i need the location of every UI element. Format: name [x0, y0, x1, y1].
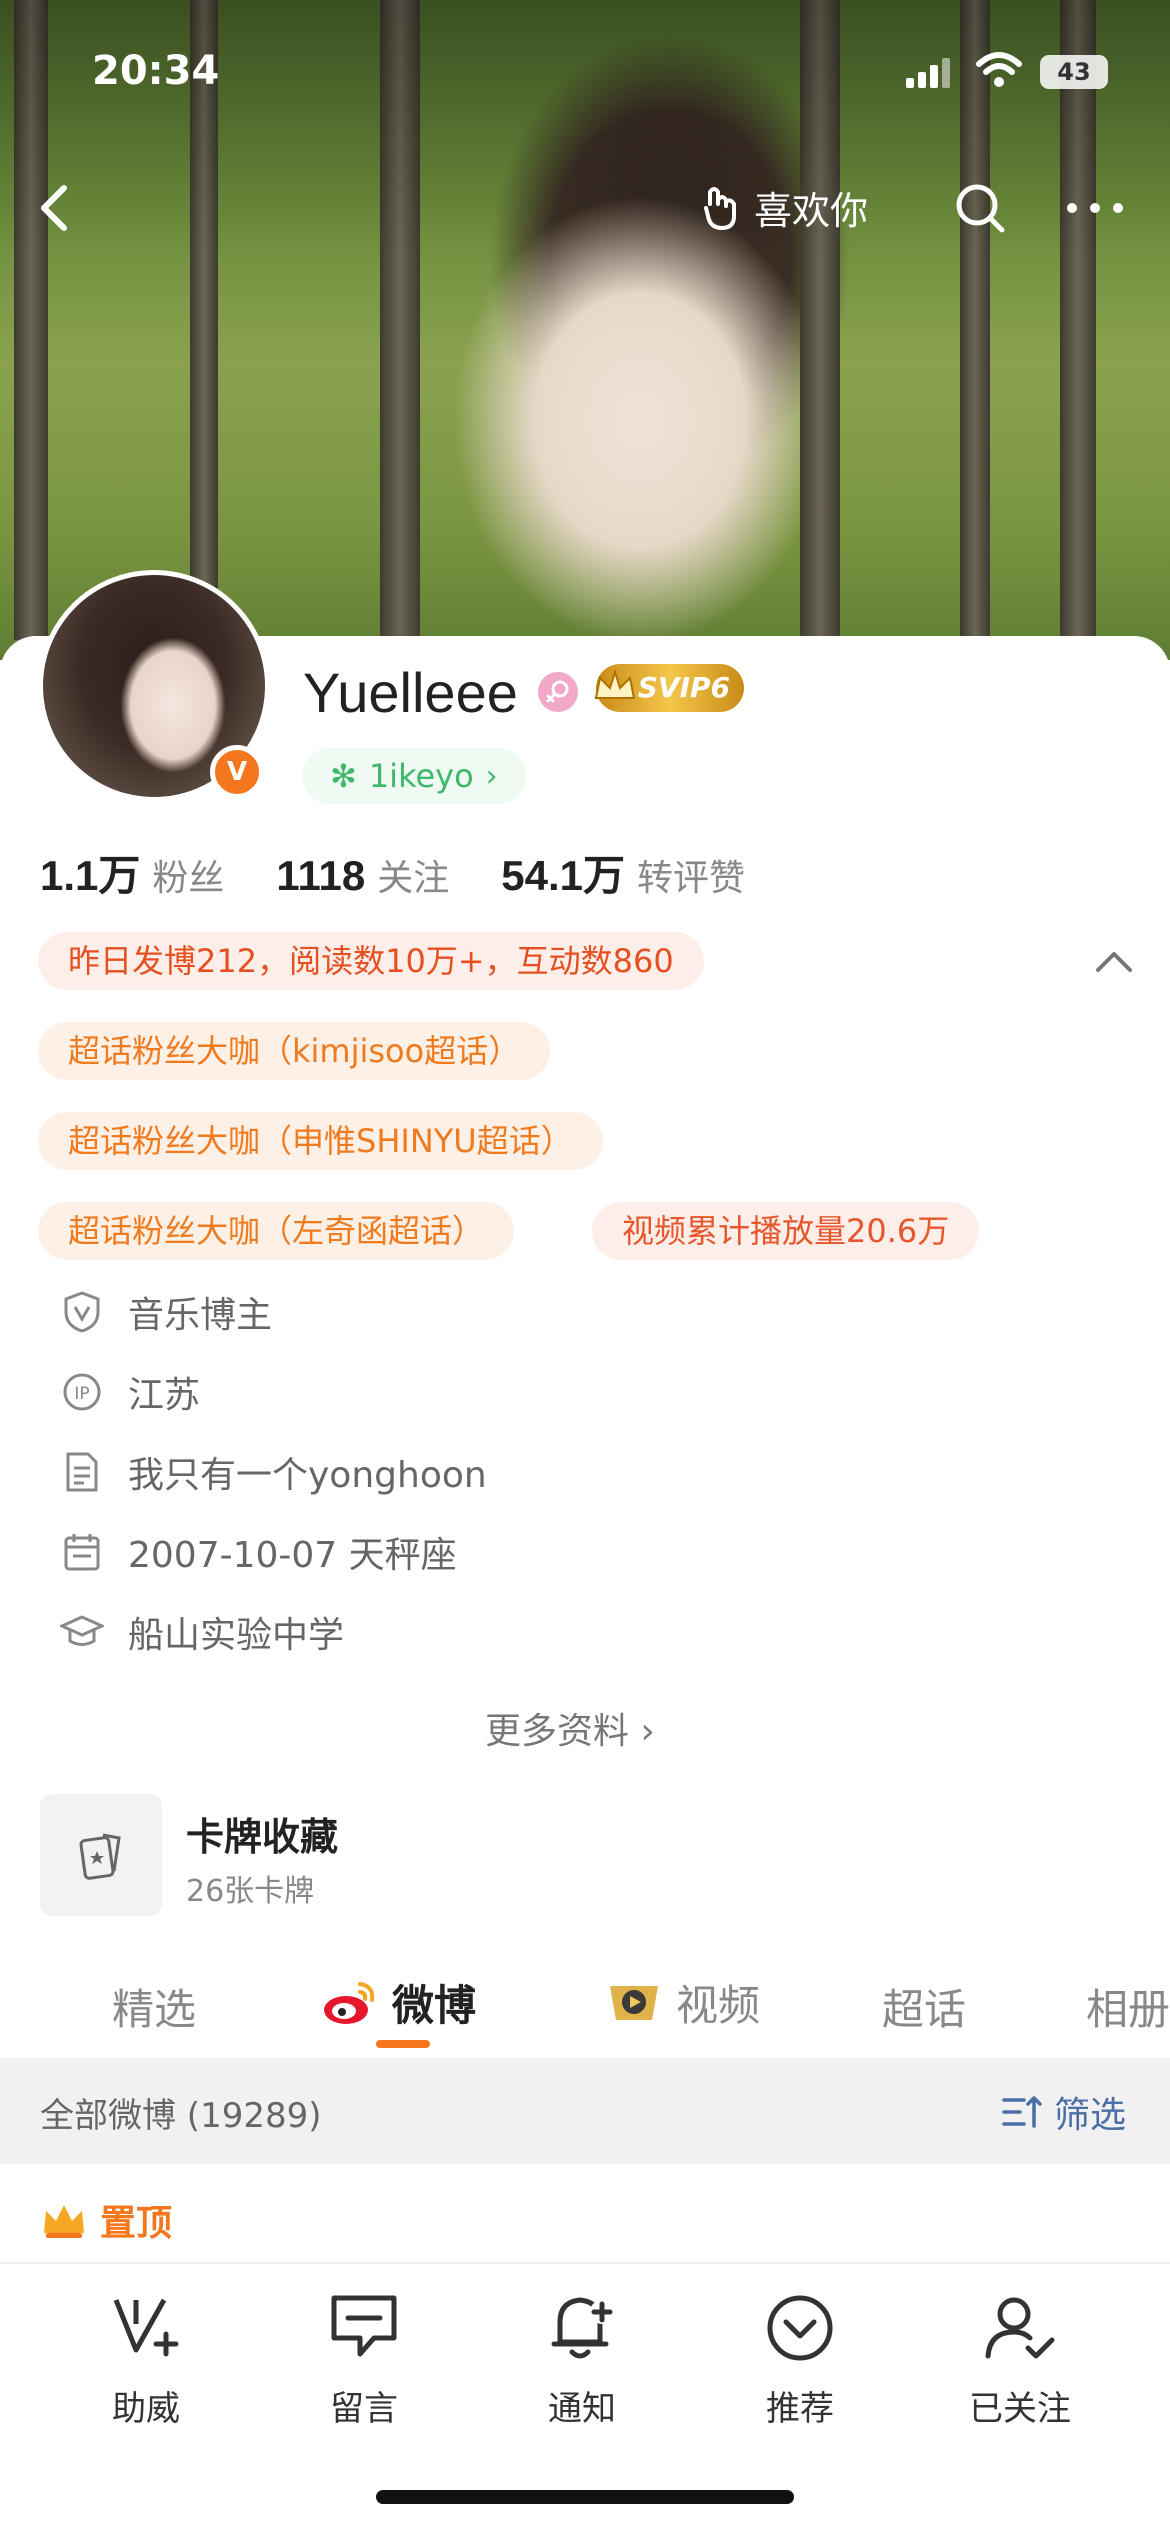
superfan-tag-kimjisoo[interactable]: 超话粉丝大咖（kimjisoo超话）: [38, 1022, 551, 1080]
content-tabs: 精选 微博 视频 超话 相册: [0, 1960, 1170, 2060]
message-button[interactable]: 留言: [284, 2288, 444, 2430]
chevron-circle-icon: [767, 2295, 833, 2361]
crown-icon: [44, 2205, 84, 2238]
crown-icon: [594, 668, 636, 699]
tab-supertopic[interactable]: 超话: [882, 1976, 966, 2037]
notify-button[interactable]: 通知: [502, 2288, 662, 2430]
video-plays-tag[interactable]: 视频累计播放量20.6万: [592, 1202, 980, 1260]
chevron-up-icon[interactable]: [1090, 942, 1138, 982]
card-collection-title[interactable]: 卡牌收藏: [186, 1806, 338, 1861]
more-info-link[interactable]: 更多资料 ›: [485, 1702, 655, 1754]
card-star-icon: [79, 1833, 121, 1880]
profile-stats: 1.1万 粉丝 1118 关注 54.1万 转评赞: [40, 842, 797, 903]
svg-text:IP: IP: [74, 1384, 89, 1404]
status-time: 20:34: [92, 48, 220, 94]
profile-name: Yuelleee: [303, 661, 518, 724]
card-collection-thumbnail[interactable]: [40, 1794, 162, 1916]
active-tab-indicator: [376, 2040, 430, 2048]
top-nav: 喜欢你: [0, 170, 1170, 250]
cheer-label: 助威: [112, 2389, 180, 2429]
tab-video[interactable]: 视频: [604, 1972, 760, 2033]
filter-button[interactable]: 筛选: [1000, 2086, 1126, 2138]
handle-label: 1ikeyo: [368, 757, 474, 795]
back-arrow-icon[interactable]: [28, 178, 88, 238]
recommend-label: 推荐: [766, 2389, 834, 2429]
tab-album[interactable]: 相册: [1086, 1976, 1170, 2037]
document-icon: [58, 1448, 106, 1496]
hand-heart-icon: [704, 186, 736, 230]
stat-interactions[interactable]: 54.1万 转评赞: [501, 842, 745, 903]
info-birthday: 2007-10-07 天秤座: [58, 1526, 457, 1578]
signal-icon: [906, 58, 950, 88]
yesterday-stats-tag[interactable]: 昨日发博212，阅读数10万+，互动数860: [38, 932, 704, 990]
chat-bubble-icon: [331, 2295, 397, 2357]
female-gender-icon: [538, 672, 578, 712]
like-you-button[interactable]: 喜欢你: [700, 180, 868, 235]
pinned-label: 置顶: [40, 2194, 172, 2246]
more-options-icon[interactable]: [1060, 178, 1130, 238]
status-bar: 20:34 43: [0, 0, 1170, 140]
shield-v-icon: [58, 1288, 106, 1336]
bell-plus-icon: [551, 2297, 614, 2359]
video-badge-icon: [610, 1985, 658, 2020]
v-plus-icon: [113, 2298, 179, 2357]
profile-card: [0, 636, 1170, 2532]
battery-indicator: 43: [1040, 55, 1108, 89]
notify-label: 通知: [548, 2389, 616, 2429]
like-you-label: 喜欢你: [754, 189, 869, 233]
stat-fans[interactable]: 1.1万 粉丝: [40, 842, 224, 903]
recommend-button[interactable]: 推荐: [720, 2288, 880, 2430]
feed-filter-bar: 全部微博 (19289) 筛选: [0, 2058, 1170, 2164]
tab-weibo[interactable]: 微博: [320, 1972, 476, 2033]
user-check-icon: [985, 2297, 1055, 2359]
following-button[interactable]: 已关注: [940, 2288, 1100, 2430]
chevron-right-icon: ›: [485, 758, 498, 794]
graduation-cap-icon: [58, 1608, 106, 1656]
info-ip-location: IP 江苏: [58, 1366, 200, 1418]
info-school: 船山实验中学: [58, 1606, 344, 1658]
superfan-tag-shinyu[interactable]: 超话粉丝大咖（申惟SHINYU超话）: [38, 1112, 603, 1170]
tab-featured[interactable]: 精选: [112, 1976, 196, 2037]
home-indicator: [376, 2490, 794, 2504]
verified-badge-icon: V: [210, 745, 264, 799]
search-icon[interactable]: [950, 178, 1010, 238]
profile-page: 20:34 43 喜欢你 V Yuelleee SVIP6 ✻ 1ikeyo ›…: [0, 0, 1170, 2532]
all-weibo-count: 全部微博 (19289): [40, 2096, 322, 2136]
svip-badge[interactable]: SVIP6: [594, 664, 744, 712]
superfan-tag-zuoqihan[interactable]: 超话粉丝大咖（左奇函超话）: [38, 1202, 515, 1260]
more-info-label: 更多资料: [485, 1711, 630, 1752]
ip-icon: IP: [58, 1368, 106, 1416]
handle-chip[interactable]: ✻ 1ikeyo ›: [302, 748, 526, 804]
filter-icon: [1002, 2096, 1042, 2128]
info-category: 音乐博主: [58, 1286, 272, 1338]
chevron-right-icon: ›: [640, 1711, 655, 1752]
following-label: 已关注: [969, 2389, 1071, 2429]
info-bio: 我只有一个yonghoon: [58, 1446, 487, 1498]
stat-following[interactable]: 1118 关注: [276, 849, 449, 901]
wifi-icon: [976, 52, 1022, 87]
message-label: 留言: [330, 2389, 398, 2429]
card-collection-subtitle: 26张卡牌: [186, 1874, 315, 1909]
cheer-button[interactable]: 助威: [66, 2288, 226, 2430]
weibo-logo-icon: [324, 1981, 375, 2024]
calendar-icon: [58, 1528, 106, 1576]
snowflake-icon: ✻: [330, 757, 357, 795]
svip-label: SVIP6: [637, 671, 730, 704]
